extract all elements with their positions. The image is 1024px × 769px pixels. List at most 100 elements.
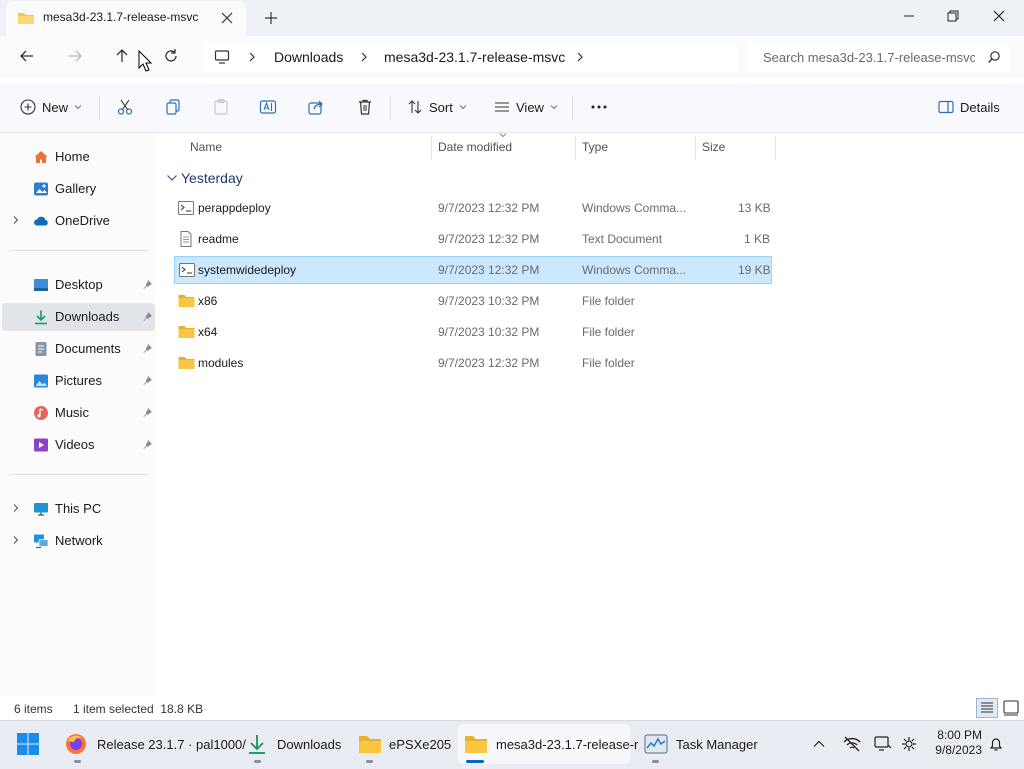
taskbar-task-manager[interactable]: Task Manager [644, 724, 758, 764]
copy-button[interactable] [164, 96, 182, 118]
search-input[interactable] [763, 48, 975, 66]
breadcrumb-current-folder[interactable]: mesa3d-23.1.7-release-msvc [384, 49, 565, 65]
pin-icon[interactable] [142, 279, 153, 290]
close-window-button[interactable] [976, 0, 1022, 32]
start-button[interactable] [16, 724, 40, 764]
taskbar-file-explorer-active[interactable]: mesa3d-23.1.7-release-r [458, 724, 638, 764]
file-size: 19 KB [738, 263, 771, 277]
nav-item-music[interactable]: Music [2, 399, 155, 427]
large-icons-view-button[interactable] [1001, 698, 1021, 718]
search-box[interactable] [747, 42, 1010, 72]
file-date: 9/7/2023 10:32 PM [438, 294, 540, 308]
folder-icon [178, 324, 195, 340]
view-button[interactable]: View [494, 96, 558, 118]
folder-icon [178, 293, 195, 309]
breadcrumb-downloads[interactable]: Downloads [274, 49, 343, 65]
column-divider[interactable] [431, 136, 432, 160]
pin-icon[interactable] [142, 343, 153, 354]
details-pane-button[interactable]: Details [938, 96, 1000, 118]
pin-icon[interactable] [142, 407, 153, 418]
column-divider[interactable] [775, 136, 776, 160]
nav-item-this-pc[interactable]: This PC [2, 495, 155, 523]
maximize-button[interactable] [930, 0, 976, 32]
file-type: Text Document [582, 232, 663, 246]
this-pc-icon[interactable] [214, 49, 230, 65]
nav-item-desktop[interactable]: Desktop [2, 271, 155, 299]
chevron-right-icon[interactable] [358, 51, 370, 63]
display-button[interactable] [874, 724, 892, 764]
clock[interactable]: 8:00 PM 9/8/2023 [930, 728, 982, 758]
nav-item-gallery[interactable]: Gallery [2, 175, 155, 203]
file-row[interactable]: perappdeploy 9/7/2023 12:32 PM Windows C… [174, 195, 772, 221]
paste-button[interactable] [212, 96, 230, 118]
delete-button[interactable] [356, 96, 374, 118]
new-tab-icon[interactable] [261, 8, 281, 28]
taskbar-downloads[interactable]: Downloads [246, 724, 341, 764]
new-button[interactable]: New [20, 96, 82, 118]
file-name: modules [198, 356, 244, 370]
focus-assist-button[interactable] [901, 724, 917, 764]
nav-item-onedrive[interactable]: OneDrive [2, 207, 155, 235]
column-header-size[interactable]: Size [702, 140, 725, 154]
file-date: 9/7/2023 10:32 PM [438, 325, 540, 339]
group-header-yesterday[interactable]: Yesterday [181, 170, 243, 186]
status-item-count: 6 items [14, 702, 53, 716]
chevron-right-icon[interactable] [11, 535, 21, 545]
nav-item-downloads[interactable]: Downloads [2, 303, 155, 331]
column-divider[interactable] [695, 136, 696, 160]
up-button[interactable] [110, 44, 134, 68]
close-tab-icon[interactable] [220, 11, 234, 25]
chevron-right-icon[interactable] [246, 51, 258, 63]
mouse-cursor-icon [138, 50, 152, 72]
window-tab[interactable]: mesa3d-23.1.7-release-msvc [6, 1, 246, 36]
file-row[interactable]: modules 9/7/2023 12:32 PM File folder [174, 350, 772, 376]
show-hidden-icons-button[interactable] [812, 724, 826, 764]
sort-indicator-icon [499, 132, 507, 138]
refresh-button[interactable] [159, 44, 183, 68]
nav-item-home[interactable]: Home [2, 143, 155, 171]
notifications-button[interactable] [988, 724, 1004, 764]
cut-button[interactable] [116, 96, 134, 118]
file-type: File folder [582, 325, 635, 339]
search-icon[interactable] [987, 50, 1001, 64]
pin-icon[interactable] [142, 439, 153, 450]
rename-button[interactable] [259, 96, 277, 118]
column-header-name[interactable]: Name [190, 140, 222, 154]
pin-icon[interactable] [142, 311, 153, 322]
display-icon [874, 735, 892, 753]
file-row-selected[interactable]: systemwidedeploy 9/7/2023 12:32 PM Windo… [174, 256, 772, 284]
settings-gear-icon [901, 736, 917, 752]
sort-icon [407, 99, 423, 115]
back-button[interactable] [15, 44, 39, 68]
file-type: File folder [582, 294, 635, 308]
chevron-right-icon[interactable] [11, 503, 21, 513]
nav-item-documents[interactable]: Documents [2, 335, 155, 363]
chevron-down-icon[interactable] [166, 173, 178, 183]
column-divider[interactable] [575, 136, 576, 160]
details-view-button[interactable] [976, 698, 998, 718]
chevron-down-icon [550, 103, 558, 111]
address-bar[interactable]: Downloads mesa3d-23.1.7-release-msvc [203, 42, 738, 72]
taskbar-epsxe-folder[interactable]: ePSXe205 [358, 724, 451, 764]
file-row[interactable]: x64 9/7/2023 10:32 PM File folder [174, 319, 772, 345]
chevron-right-icon[interactable] [11, 215, 21, 225]
forward-button[interactable] [63, 44, 87, 68]
chevron-right-icon[interactable] [574, 51, 586, 63]
file-row[interactable]: x86 9/7/2023 10:32 PM File folder [174, 288, 772, 314]
file-row[interactable]: readme 9/7/2023 12:32 PM Text Document 1… [174, 226, 772, 252]
pin-icon[interactable] [142, 375, 153, 386]
view-list-icon [494, 99, 510, 115]
firefox-icon [64, 732, 88, 756]
more-options-button[interactable] [590, 96, 608, 118]
nav-item-videos[interactable]: Videos [2, 431, 155, 459]
taskbar-firefox[interactable]: Release 23.1.7 · pal1000/ [64, 724, 246, 764]
column-header-type[interactable]: Type [582, 140, 608, 154]
minimize-button[interactable] [886, 0, 932, 32]
network-status-button[interactable] [843, 724, 861, 764]
column-header-date-modified[interactable]: Date modified [438, 140, 512, 154]
taskbar-label: mesa3d-23.1.7-release-r [496, 736, 639, 752]
sort-button[interactable]: Sort [407, 96, 467, 118]
share-button[interactable] [307, 96, 325, 118]
nav-item-pictures[interactable]: Pictures [2, 367, 155, 395]
nav-item-network[interactable]: Network [2, 527, 155, 555]
